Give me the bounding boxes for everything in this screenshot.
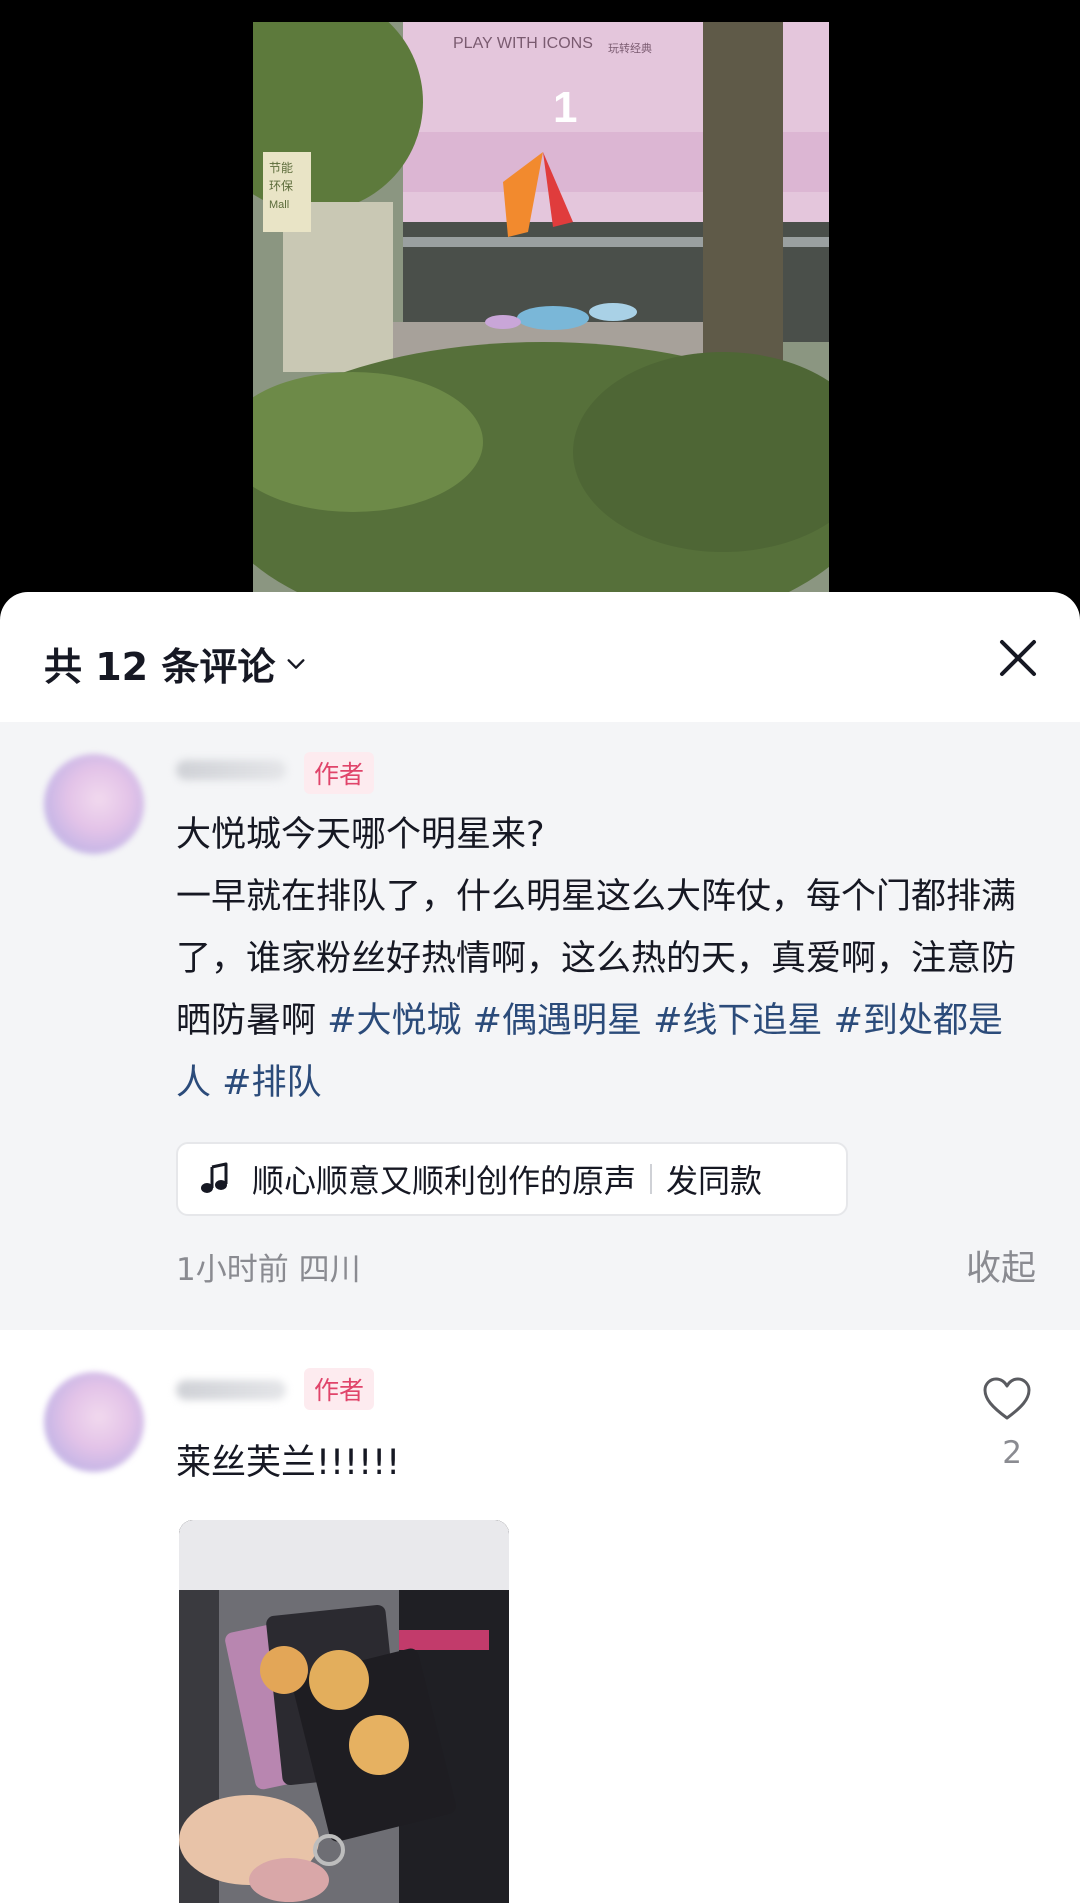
side-sign-3: Mall (269, 199, 289, 211)
like-count: 2 (1002, 1435, 1022, 1471)
collapse-button[interactable]: 收起 (966, 1240, 1036, 1291)
heart-icon[interactable] (982, 1376, 1032, 1422)
comment-count-label: 共 12 条评论 (44, 645, 276, 689)
username-blurred[interactable] (176, 760, 286, 780)
pinned-comment: 作者 大悦城今天哪个明星来? 一早就在排队了，什么明星这么大阵仗，每个门都排满了… (0, 722, 1080, 1330)
comments-sheet: 共 12 条评论 作者 大悦城今天哪个明星来? 一早就在排队了，什么明星这么大阵… (0, 592, 1080, 1903)
comment-location: 四川 (298, 1252, 361, 1288)
side-sign-2: 环保 (269, 179, 293, 193)
username-blurred[interactable] (176, 1380, 286, 1400)
music-note-icon (201, 1162, 228, 1193)
sign-cn-text: 玩转经典 (608, 41, 652, 55)
use-sound-button[interactable]: 发同款 (666, 1156, 762, 1202)
author-tag: 作者 (304, 1368, 375, 1410)
comment-time: 1小时前 (176, 1252, 289, 1288)
video-thumbnail[interactable]: PLAY WITH ICONS 玩转经典 1 节能 环保 Mall (253, 22, 829, 592)
app-screen: PLAY WITH ICONS 玩转经典 1 节能 环保 Mall 共 12 条… (0, 0, 1080, 1903)
comment-count-title[interactable]: 共 12 条评论 (44, 636, 307, 691)
side-sign-1: 节能 (269, 161, 293, 175)
author-tag: 作者 (304, 752, 375, 794)
comment-text: 莱丝芙兰!!!!!! (176, 1443, 401, 1483)
avatar[interactable] (44, 1372, 144, 1472)
hashtag[interactable]: #线下追星 (653, 1001, 822, 1041)
chevron-down-icon (287, 658, 305, 669)
comment-item: 作者 莱丝芙兰!!!!!! 2 (0, 1330, 1080, 1903)
sign-top-text: PLAY WITH ICONS (453, 35, 593, 52)
hashtag[interactable]: #排队 (222, 1063, 321, 1103)
music-chip[interactable]: 顺心顺意又顺利创作的原声 发同款 (176, 1142, 848, 1216)
comment-image[interactable] (179, 1520, 509, 1903)
comment-headline: 大悦城今天哪个明星来? (176, 815, 545, 855)
floor-number: 1 (553, 83, 577, 132)
music-title: 顺心顺意又顺利创作的原声 (252, 1162, 637, 1200)
comment-meta: 1小时前 四川 (176, 1244, 361, 1289)
avatar[interactable] (44, 754, 144, 854)
hashtag[interactable]: #偶遇明星 (473, 1001, 642, 1041)
comment-body: 一早就在排队了，什么明星这么大阵仗，每个门都排满了，谁家粉丝好热情啊，这么热的天… (176, 866, 1036, 1114)
divider (650, 1164, 653, 1194)
close-icon[interactable] (996, 636, 1040, 680)
comment-text: 大悦城今天哪个明星来? 一早就在排队了，什么明星这么大阵仗，每个门都排满了，谁家… (176, 804, 1036, 1114)
sheet-header: 共 12 条评论 (0, 592, 1080, 722)
hashtag[interactable]: #大悦城 (327, 1001, 461, 1041)
video-area[interactable]: PLAY WITH ICONS 玩转经典 1 节能 环保 Mall (0, 0, 1080, 600)
